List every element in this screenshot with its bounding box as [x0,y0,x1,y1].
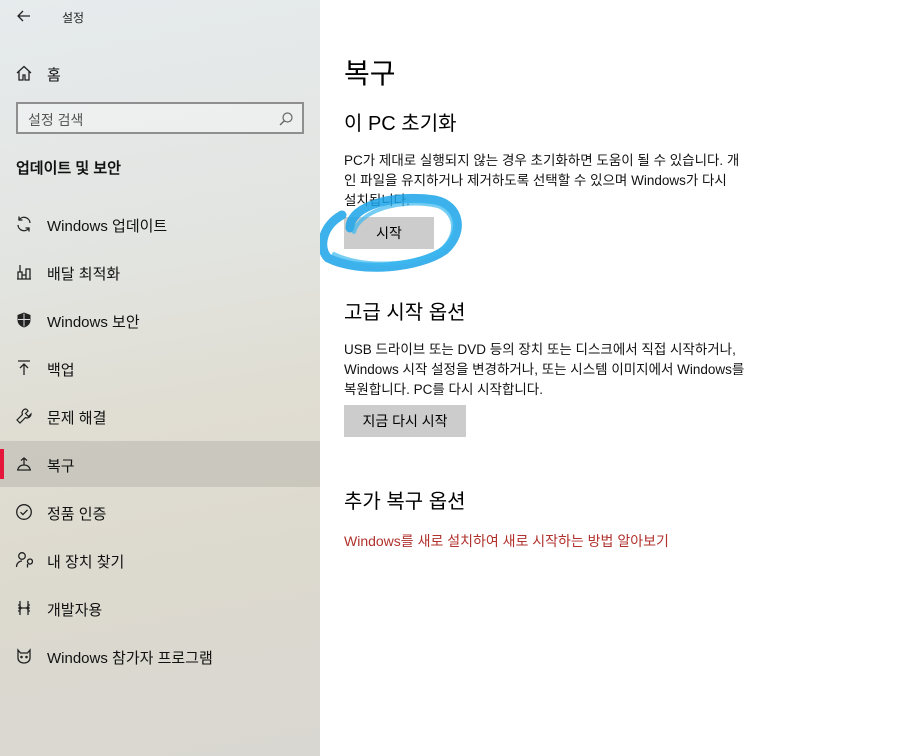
sidebar-item-windows-insider[interactable]: Windows 참가자 프로그램 [0,633,320,679]
description-line: 복원합니다. PC를 다시 시작합니다. [344,382,543,397]
home-icon [16,65,32,81]
sidebar-item-label: 홈 [47,67,61,84]
restart-now-button[interactable]: 지금 다시 시작 [344,405,466,437]
sidebar-item-label: 내 장치 찾기 [47,554,125,571]
refresh-icon [17,216,31,232]
app-title: 설정 [62,11,85,25]
sidebar-item-windows-update[interactable]: Windows 업데이트 [0,201,320,247]
sidebar-item-activation[interactable]: 정품 인증 [0,489,320,535]
reset-pc-description: PC가 제대로 실행되지 않는 경우 초기화하면 도움이 될 수 있습니다. 개… [344,151,794,211]
advanced-startup-heading: 고급 시작 옵션 [344,302,466,324]
description-line: 인 파일을 유지하거나 제거하도록 선택할 수 있으며 Windows가 다시 [344,173,727,188]
main-content: 복구 이 PC 초기화 PC가 제대로 실행되지 않는 경우 초기화하면 도움이… [320,0,914,756]
sidebar-item-troubleshoot[interactable]: 문제 해결 [0,393,320,439]
backup-arrow-icon [18,360,30,375]
description-line: USB 드라이브 또는 DVD 등의 장치 또는 디스크에서 직접 시작하거나, [344,342,736,357]
delivery-icon [17,265,31,280]
wrench-icon [16,408,32,424]
insider-cat-icon [17,648,31,664]
sidebar-item-windows-security[interactable]: Windows 보안 [0,297,320,343]
sidebar-item-backup[interactable]: 백업 [0,345,320,391]
fresh-install-link[interactable]: Windows를 새로 설치하여 새로 시작하는 방법 알아보기 [344,531,669,551]
description-line: PC가 제대로 실행되지 않는 경우 초기화하면 도움이 될 수 있습니다. 개 [344,153,740,168]
more-recovery-heading: 추가 복구 옵션 [344,491,466,513]
description-line: 설치됩니다. [344,193,410,208]
highlight-scribble [320,193,462,272]
sidebar-item-label: 문제 해결 [47,410,107,427]
reset-start-button[interactable]: 시작 [344,217,434,249]
title-bar: 설정 [0,0,320,32]
reset-pc-heading: 이 PC 초기화 [344,113,457,135]
advanced-startup-description: USB 드라이브 또는 DVD 등의 장치 또는 디스크에서 직접 시작하거나,… [344,340,794,400]
description-line: Windows 시작 설정을 변경하거나, 또는 시스템 이미지에서 Windo… [344,362,745,377]
sidebar-item-label: 백업 [47,362,75,379]
shield-icon [17,312,31,328]
sidebar-item-label: 개발자용 [47,602,103,619]
recovery-icon [17,457,31,471]
sidebar-item-delivery-optimization[interactable]: 배달 최적화 [0,249,320,295]
developer-icon [18,601,30,615]
sidebar-item-label: 배달 최적화 [47,266,121,283]
back-button[interactable] [8,4,40,28]
active-indicator [0,449,4,479]
sidebar-item-find-my-device[interactable]: 내 장치 찾기 [0,537,320,583]
sidebar: 설정 홈 설정 검색 업데이트 및 보안 Windows 업데이트 배달 최적화… [0,0,320,756]
sidebar-item-label: Windows 참가자 프로그램 [47,650,213,667]
sidebar-item-label: Windows 보안 [47,314,140,331]
person-location-icon [15,552,33,568]
search-icon [279,112,293,126]
search-input[interactable]: 설정 검색 [16,102,304,134]
back-arrow-icon [17,10,30,22]
sidebar-item-label: 복구 [47,458,75,475]
sidebar-item-label: 정품 인증 [47,506,107,523]
search-placeholder: 설정 검색 [28,112,84,128]
check-circle-icon [16,504,32,520]
page-title: 복구 [344,58,396,89]
sidebar-item-for-developers[interactable]: 개발자용 [0,585,320,631]
sidebar-item-home[interactable]: 홈 [0,54,320,90]
sidebar-item-label: Windows 업데이트 [47,218,168,235]
sidebar-item-recovery[interactable]: 복구 [0,441,320,487]
section-title: 업데이트 및 보안 [16,160,121,177]
